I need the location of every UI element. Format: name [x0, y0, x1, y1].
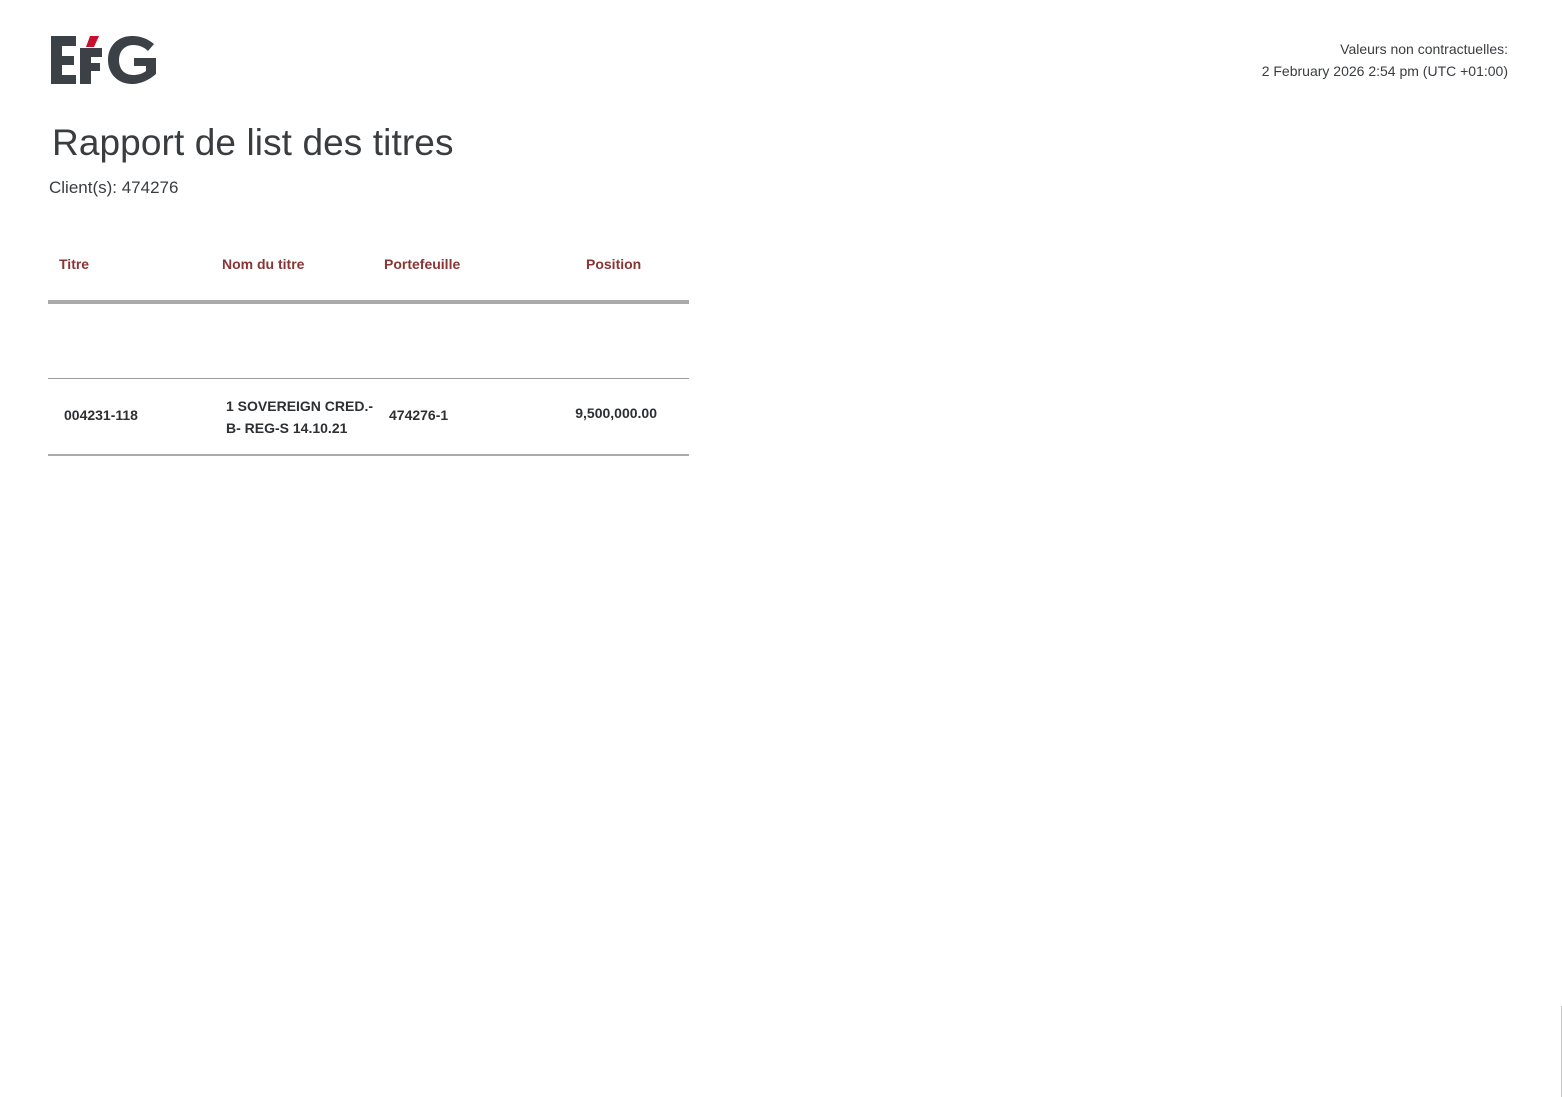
- cell-nom-line1: 1 SOVEREIGN CRED.-: [226, 398, 374, 414]
- report-meta: Valeurs non contractuelles: 2 February 2…: [1262, 38, 1508, 82]
- table-spacer-row: [48, 304, 689, 379]
- cell-nom-du-titre: 1 SOVEREIGN CRED.- B- REG-S 14.10.21: [226, 395, 376, 439]
- cell-position: 9,500,000.00: [575, 405, 657, 421]
- cell-portefeuille: 474276-1: [389, 407, 449, 423]
- table-row[interactable]: 004231-118 1 SOVEREIGN CRED.- B- REG-S 1…: [48, 379, 689, 456]
- table-header: Titre Nom du titre Portefeuille Position: [48, 240, 689, 304]
- column-header-titre[interactable]: Titre: [59, 256, 89, 272]
- efg-logo: [50, 34, 160, 86]
- column-header-position[interactable]: Position: [586, 256, 641, 272]
- page-title: Rapport de list des titres: [52, 122, 454, 163]
- column-header-nom-du-titre[interactable]: Nom du titre: [222, 256, 304, 272]
- column-header-portefeuille[interactable]: Portefeuille: [384, 256, 460, 272]
- meta-disclaimer: Valeurs non contractuelles:: [1340, 41, 1508, 57]
- meta-timestamp: 2 February 2026 2:54 pm (UTC +01:00): [1261, 63, 1508, 79]
- cell-titre: 004231-118: [64, 407, 138, 423]
- securities-table: Titre Nom du titre Portefeuille Position…: [48, 240, 689, 456]
- client-line: Client(s): 474276: [49, 178, 179, 197]
- cell-nom-line2: B- REG-S 14.10.21: [226, 420, 348, 436]
- efg-logo-graphic: [51, 36, 156, 84]
